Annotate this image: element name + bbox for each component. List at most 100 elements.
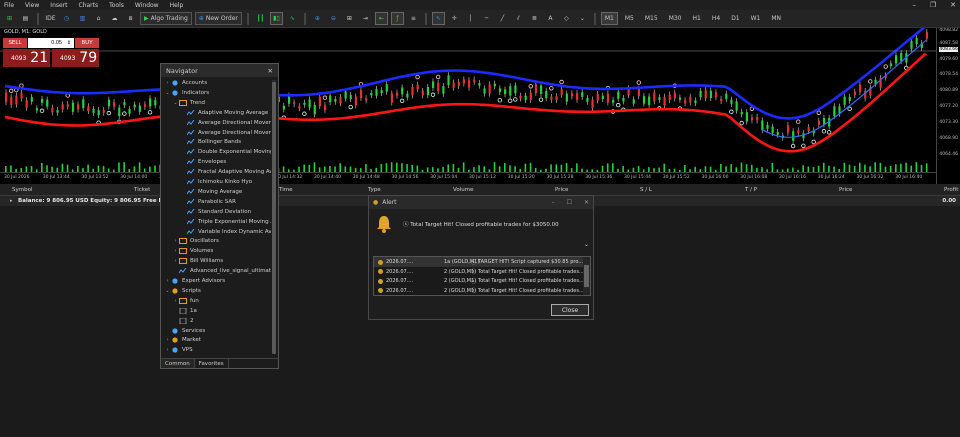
expand-icon[interactable]: › [164,278,171,284]
expand-icon[interactable]: › [164,80,171,86]
expand-icon[interactable]: › [164,337,171,343]
depth-icon[interactable]: ▥ [76,12,89,25]
buy-button[interactable]: BUY [75,38,99,48]
menu-tools[interactable]: Tools [109,2,124,9]
more-tools-icon[interactable]: ⌄ [576,12,589,25]
nav-item[interactable]: 2 [172,316,194,326]
period-separators-icon[interactable]: ≡ [407,12,420,25]
menu-charts[interactable]: Charts [79,2,99,9]
nav-item[interactable]: › Volumes [172,246,213,256]
nav-item[interactable]: Variable Index Dynamic Average [180,227,271,237]
expand-icon[interactable]: › [172,258,179,264]
col-sl[interactable]: S / L [640,187,652,193]
nav-item[interactable]: Standard Deviation [180,207,251,217]
algo-trading-button[interactable]: ▶ Algo Trading [140,12,192,25]
minimize-icon[interactable]: – [912,1,916,9]
fibonacci-icon[interactable]: ≣ [528,12,541,25]
menu-help[interactable]: Help [170,2,184,9]
tab-favorites[interactable]: Favorites [195,359,229,368]
lot-spinner-icon[interactable]: ⇕ [64,38,74,48]
col-time[interactable]: Time [279,187,292,193]
new-chart-icon[interactable]: ⊞ [3,12,16,25]
nav-item[interactable]: Parabolic SAR [180,197,236,207]
profiles-icon[interactable]: ▤ [19,12,32,25]
nav-item[interactable]: Bollinger Bands [180,137,241,147]
ide-button[interactable]: IDE [44,12,57,25]
collapse-icon[interactable]: ⌄ [164,90,171,96]
nav-item[interactable]: › VPS [164,345,193,355]
nav-item[interactable]: Advanced_live_signal_ultimate [172,266,271,276]
col-price[interactable]: Price [555,187,568,193]
expand-icon[interactable]: › [172,238,179,244]
sell-button[interactable]: SELL [3,38,27,48]
nav-item[interactable]: Moving Average [180,187,242,197]
indicators-toolbar-icon[interactable]: ƒ [390,12,404,25]
timeframe-w1[interactable]: W1 [747,12,765,25]
col-type[interactable]: Type [368,187,381,193]
trendline-icon[interactable]: ╱ [496,12,509,25]
col-volume[interactable]: Volume [453,187,473,193]
tab-common[interactable]: Common [161,359,195,368]
alert-history-row[interactable]: 2026.07.... 2 (GOLD,M1) ⓢ Total Target Hit!… [374,267,584,277]
col-ticket[interactable]: Ticket [134,187,150,193]
navigator-scrollbar[interactable] [272,80,276,354]
history-icon[interactable]: ◷ [60,12,73,25]
nav-item[interactable]: ⌄ Indicators [164,88,209,98]
candlestick-icon[interactable]: ▮▯ [269,12,283,25]
expand-icon[interactable]: ⌄ [584,241,589,248]
menu-file[interactable]: File [4,2,14,9]
horizontal-line-icon[interactable]: ─ [480,12,493,25]
tile-windows-icon[interactable]: ⊞ [343,12,356,25]
alert-list-scrollbar[interactable] [583,257,590,295]
nav-item[interactable]: › Bill Williams [172,256,223,266]
zoom-in-icon[interactable]: ⊕ [311,12,324,25]
cursor-icon[interactable]: ↖ [431,12,445,25]
autoscroll-icon[interactable]: ⇥ [359,12,372,25]
vertical-line-icon[interactable]: │ [464,12,477,25]
market-toolbar-icon[interactable]: ⧈ [124,12,137,25]
sell-price-display[interactable]: 4093 21 [3,49,50,67]
price-chart[interactable]: GOLD, M1: GOLD 4098.82 4087.58 4083.66 4… [0,28,960,184]
navigator-scroll-thumb[interactable] [272,82,276,354]
expand-icon[interactable]: › [164,347,171,353]
zoom-out-icon[interactable]: ⊖ [327,12,340,25]
nav-item[interactable]: › Oscillators [172,236,219,246]
crosshair-icon[interactable]: ✛ [448,12,461,25]
nav-item[interactable]: Triple Exponential Moving Average [180,217,271,227]
col-tp[interactable]: T / P [745,187,757,193]
nav-item[interactable]: › Accounts [164,78,208,88]
chart-shift-icon[interactable]: ⇤ [374,12,388,25]
maximize-icon[interactable]: ☐ [567,199,572,206]
restore-icon[interactable]: ❐ [930,1,936,9]
expand-icon[interactable]: › [172,298,179,304]
timeframe-mn[interactable]: MN [767,12,785,25]
alert-history-row[interactable]: 2026.07.... 2 (GOLD,M1) ⓢ Total Target Hit!… [374,276,584,286]
nav-item[interactable]: ⌄ Trend [172,98,205,108]
nav-item[interactable]: Ichimoku Kinko Hyo [180,177,252,187]
nav-item[interactable]: Average Directional Movement Index Wilde… [180,128,271,138]
expand-icon[interactable]: › [172,248,179,254]
nav-item[interactable]: Average Directional Movement Index [180,118,271,128]
timeframe-m30[interactable]: M30 [665,12,686,25]
col-current-price[interactable]: Price [839,187,852,193]
buy-price-display[interactable]: 4093 79 [52,49,99,67]
text-tool-icon[interactable]: A [544,12,557,25]
equidistant-channel-icon[interactable]: ⫽ [512,12,525,25]
timeframe-h1[interactable]: H1 [689,12,705,25]
collapse-icon[interactable]: ⌄ [172,100,179,106]
bar-chart-icon[interactable]: ┃┃ [254,12,267,25]
chart-canvas[interactable] [0,28,936,172]
minimize-icon[interactable]: – [552,199,555,206]
menu-window[interactable]: Window [135,2,159,9]
nav-item[interactable]: Envelopes [180,157,226,167]
close-icon[interactable]: ✕ [268,67,273,75]
alert-history-row[interactable]: 2026.07.... 2 (GOLD,M1) ⓢ Total Target Hit!… [374,286,584,296]
menu-insert[interactable]: Insert [50,2,67,9]
timeframe-d1[interactable]: D1 [727,12,743,25]
timeframe-m15[interactable]: M15 [641,12,662,25]
timeframe-m5[interactable]: M5 [621,12,638,25]
nav-item[interactable]: Adaptive Moving Average [180,108,268,118]
vps-toolbar-icon[interactable]: ☁ [108,12,121,25]
nav-item[interactable]: ⌄ Scripts [164,286,200,296]
close-button[interactable]: Close [551,304,589,316]
